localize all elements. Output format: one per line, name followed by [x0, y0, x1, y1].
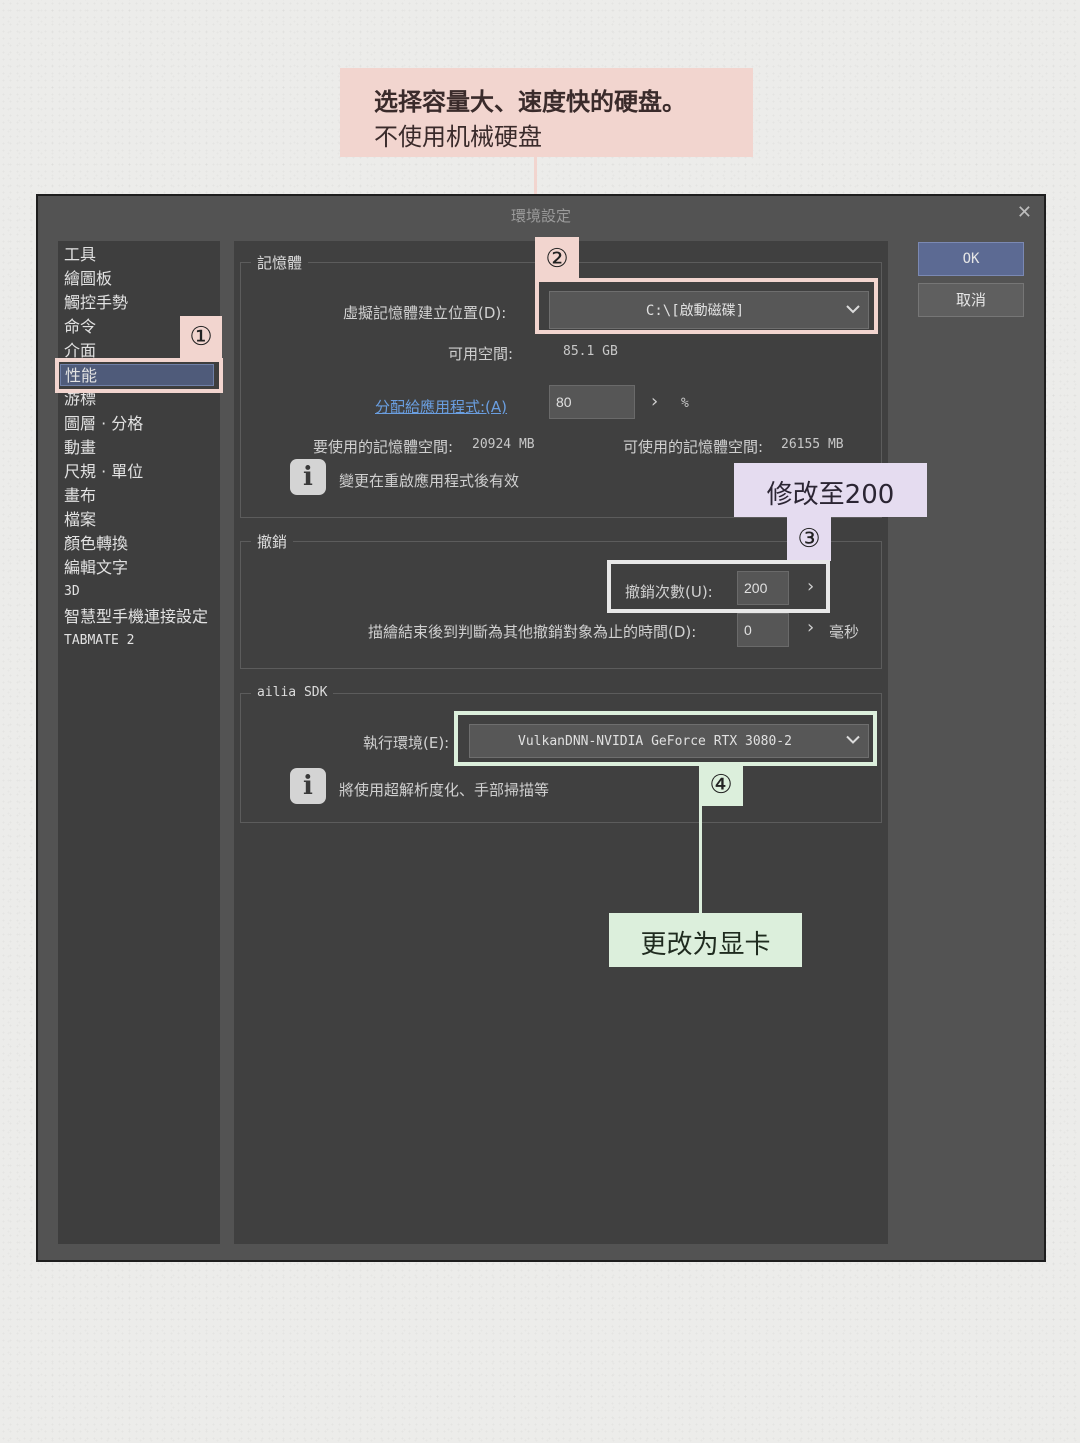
- used-memory-label: 要使用的記憶體空間:: [313, 438, 454, 456]
- cancel-button[interactable]: 取消: [918, 283, 1024, 317]
- gpu-tip-callout: 更改为显卡: [609, 913, 802, 967]
- info-icon: i: [290, 768, 326, 804]
- memory-group-title: 記憶體: [251, 252, 309, 273]
- undo-group-title: 撤銷: [251, 531, 294, 552]
- performance-highlight: [55, 358, 223, 393]
- free-space-label: 可用空間:: [448, 345, 514, 363]
- restart-note: 變更在重啟應用程式後有效: [339, 472, 520, 490]
- marker-2: ②: [535, 237, 579, 281]
- undo-tip-text: 修改至200: [766, 480, 895, 510]
- undo-time-value: 0: [744, 622, 752, 638]
- undo-tip-callout: 修改至200: [734, 463, 927, 517]
- available-memory-value: 26155 MB: [781, 437, 844, 452]
- allocate-percent-value: 80: [556, 394, 572, 410]
- ailia-note: 將使用超解析度化、手部掃描等: [339, 781, 550, 799]
- category-item-file[interactable]: 檔案: [64, 509, 96, 531]
- category-item-tablet[interactable]: 繪圖板: [64, 268, 112, 290]
- free-space-value: 85.1 GB: [563, 344, 618, 359]
- allocate-percent-input[interactable]: 80: [549, 385, 635, 419]
- hdd-tip-callout: 选择容量大、速度快的硬盘。 不使用机械硬盘: [340, 68, 753, 157]
- available-memory-label: 可使用的記憶體空間:: [623, 438, 764, 456]
- hdd-tip-subtitle: 不使用机械硬盘: [374, 123, 542, 151]
- category-item-tools[interactable]: 工具: [64, 244, 96, 266]
- category-item-tabmate[interactable]: TABMATE 2: [64, 630, 134, 652]
- undo-count-highlight: [607, 560, 830, 613]
- undo-time-input[interactable]: 0: [737, 613, 789, 647]
- category-item-ruler-unit[interactable]: 尺規 · 單位: [64, 461, 143, 483]
- marker-4: ④: [699, 764, 743, 806]
- undo-time-label: 描繪結束後到判斷為其他撤銷對象為止的時間(D):: [368, 623, 697, 641]
- category-item-touch-gesture[interactable]: 觸控手勢: [64, 292, 128, 314]
- execution-env-label: 執行環境(E):: [363, 734, 450, 752]
- undo-time-unit: 毫秒: [829, 623, 860, 641]
- hdd-tip-title: 选择容量大、速度快的硬盘。: [374, 88, 686, 116]
- ok-button[interactable]: OK: [918, 242, 1024, 276]
- category-item-canvas[interactable]: 畫布: [64, 485, 96, 507]
- chevron-right-icon[interactable]: ›: [651, 391, 658, 412]
- category-item-color-conversion[interactable]: 顏色轉換: [64, 533, 128, 555]
- category-item-layer-frame[interactable]: 圖層 · 分格: [64, 413, 143, 435]
- category-item-smartphone[interactable]: 智慧型手機連接設定: [64, 606, 208, 628]
- ailia-sdk-group-title: ailia SDK: [251, 685, 334, 700]
- marker-3: ③: [787, 517, 831, 561]
- category-item-command[interactable]: 命令: [64, 316, 96, 338]
- vm-location-label: 虛擬記憶體建立位置(D):: [343, 304, 507, 322]
- execution-env-highlight: [454, 711, 877, 766]
- chevron-right-icon[interactable]: ›: [807, 617, 814, 638]
- marker-1: ①: [180, 316, 222, 358]
- used-memory-value: 20924 MB: [472, 437, 535, 452]
- category-item-edit-text[interactable]: 編輯文字: [64, 557, 128, 579]
- category-item-3d[interactable]: 3D: [64, 581, 80, 603]
- callout-connector-4: [699, 806, 702, 914]
- allocate-percent-unit: %: [681, 396, 689, 411]
- vm-location-highlight: [535, 278, 878, 334]
- title-bar: 環境設定 ✕: [38, 196, 1044, 232]
- info-icon: i: [290, 459, 326, 495]
- dialog-title: 環境設定: [510, 207, 571, 225]
- allocate-to-app-link[interactable]: 分配給應用程式:(A): [375, 396, 507, 417]
- gpu-tip-text: 更改为显卡: [640, 930, 771, 960]
- category-item-animation[interactable]: 動畫: [64, 437, 96, 459]
- close-icon[interactable]: ✕: [1017, 202, 1032, 223]
